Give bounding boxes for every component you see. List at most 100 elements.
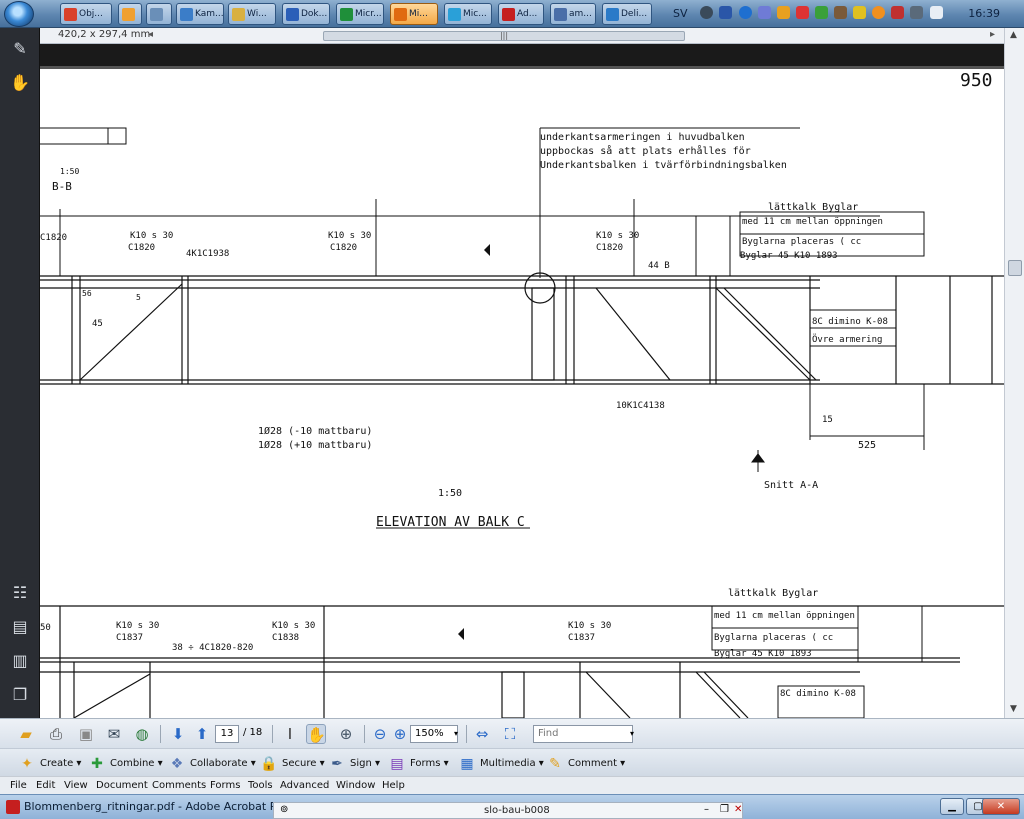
menu-tools[interactable]: Tools: [248, 780, 273, 791]
taskbar-button[interactable]: [118, 3, 142, 25]
marquee-zoom-icon[interactable]: ⊕: [336, 724, 356, 744]
forms-button[interactable]: ▤ Forms ▾: [388, 755, 448, 773]
taskbar-button[interactable]: Mi...: [390, 3, 438, 25]
menu-document[interactable]: Document: [96, 780, 148, 791]
tray-info-icon[interactable]: [739, 6, 752, 19]
scroll-down-arrow-icon[interactable]: ▼: [1010, 704, 1017, 714]
attachments-icon[interactable]: ✎: [10, 40, 30, 58]
create-label: Create: [40, 758, 74, 769]
menu-comments[interactable]: Comments: [152, 780, 206, 791]
taskbar-button[interactable]: Mic...: [444, 3, 492, 25]
sign-button[interactable]: ✒ Sign ▾: [328, 755, 380, 773]
multimedia-button[interactable]: ▦ Multimedia ▾: [458, 755, 543, 773]
model-tree-icon[interactable]: ▤: [10, 618, 30, 636]
fit-width-icon[interactable]: ⇔: [472, 724, 492, 744]
speaker-icon[interactable]: [930, 6, 943, 19]
tray-green-icon[interactable]: [815, 6, 828, 19]
combine-button[interactable]: ✚ Combine ▾: [88, 755, 163, 773]
forms-icon: ▤: [390, 756, 404, 772]
find-input[interactable]: Find: [533, 725, 633, 743]
k-mid-label: K10 s 30: [328, 231, 371, 241]
menu-forms[interactable]: Forms: [210, 780, 240, 791]
combine-label: Combine: [110, 758, 155, 769]
collaborate-label: Collaborate: [190, 758, 248, 769]
c-mid2-label: C1820: [596, 243, 623, 253]
menu-edit[interactable]: Edit: [36, 780, 55, 791]
bookmarks-icon[interactable]: ▥: [10, 652, 30, 670]
create-button[interactable]: ✦ Create ▾: [18, 755, 81, 773]
minimize-button[interactable]: ▁: [940, 798, 964, 815]
taskbar-button[interactable]: Deli...: [602, 3, 652, 25]
doc-minimize-button[interactable]: –: [704, 804, 709, 815]
open-folder-icon[interactable]: ▰: [16, 724, 36, 744]
bottom-bar-label: 10K1C4138: [616, 401, 665, 411]
zoom-in-icon[interactable]: ⊕: [390, 724, 410, 744]
vertical-scrollbar[interactable]: ▲ ▼: [1004, 28, 1024, 718]
select-text-icon[interactable]: I: [280, 724, 300, 744]
volume-icon[interactable]: [891, 6, 904, 19]
tray-network-icon[interactable]: [700, 6, 713, 19]
taskbar-button[interactable]: Ad...: [498, 3, 544, 25]
print-icon[interactable]: ⎙: [46, 724, 66, 744]
scroll-right-arrow-icon[interactable]: ▸: [990, 29, 995, 40]
tray-app-icon[interactable]: [719, 6, 732, 19]
pages-icon[interactable]: ❐: [10, 686, 30, 704]
tray-orange-icon[interactable]: [777, 6, 790, 19]
close-button[interactable]: ✕: [982, 798, 1020, 815]
hand-signature-icon[interactable]: ✋: [10, 74, 30, 92]
hand-tool-icon[interactable]: ✋: [306, 724, 326, 744]
taskbar-button-label: Wi...: [247, 9, 267, 19]
save-icon[interactable]: ▣: [76, 724, 96, 744]
tray-sun-icon[interactable]: [872, 6, 885, 19]
share-icon[interactable]: ◍: [132, 724, 152, 744]
vertical-scroll-thumb[interactable]: [1008, 260, 1022, 276]
menu-file[interactable]: File: [10, 780, 27, 791]
doc-close-button[interactable]: ✕: [734, 804, 742, 815]
dim-15-label: 15: [822, 415, 833, 425]
menu-help[interactable]: Help: [382, 780, 405, 791]
document-view[interactable]: 950 B-B 1:50 underkantsarmeringen i huvu…: [40, 44, 1004, 718]
multimedia-icon: ▦: [460, 756, 474, 772]
menu-window[interactable]: Window: [336, 780, 375, 791]
taskbar-button[interactable]: Wi...: [228, 3, 276, 25]
document-window-title-bar[interactable]: ⊚ slo-bau-b008 – ❐ ✕: [273, 802, 743, 819]
comment-button[interactable]: ✎ Comment ▾: [546, 755, 625, 773]
doc-restore-button[interactable]: ❐: [720, 804, 729, 815]
next-page-icon[interactable]: ⬇: [168, 724, 188, 744]
section-arrow-a: [751, 450, 765, 472]
zoom-dropdown-icon[interactable]: ▾: [446, 724, 466, 744]
start-button[interactable]: [4, 1, 34, 27]
previous-page-icon[interactable]: ⬆: [192, 724, 212, 744]
collaborate-button[interactable]: ❖ Collaborate ▾: [168, 755, 256, 773]
taskbar-button[interactable]: Micr...: [336, 3, 384, 25]
k-mid2-label: K10 s 30: [596, 231, 639, 241]
language-indicator[interactable]: SV: [673, 7, 688, 20]
clock[interactable]: 16:39: [968, 7, 1000, 20]
scroll-up-arrow-icon[interactable]: ▲: [1010, 30, 1017, 40]
horizontal-scroll-thumb[interactable]: |||: [323, 31, 685, 41]
scroll-left-arrow-icon[interactable]: ◂: [148, 29, 153, 40]
taskbar-button[interactable]: Kam...: [176, 3, 224, 25]
fit-page-icon[interactable]: ⛶: [500, 724, 520, 744]
taskbar-app-icon: [606, 8, 619, 21]
taskbar-button[interactable]: am...: [550, 3, 596, 25]
menu-view[interactable]: View: [64, 780, 88, 791]
taskbar-button[interactable]: [146, 3, 172, 25]
taskbar-button[interactable]: Obj...: [60, 3, 112, 25]
tray-grid-icon[interactable]: [758, 6, 771, 19]
menu-advanced[interactable]: Advanced: [280, 780, 329, 791]
find-dropdown-icon[interactable]: ▾: [622, 724, 642, 744]
secure-button[interactable]: 🔒 Secure ▾: [260, 755, 324, 773]
tray-pdf-icon[interactable]: [796, 6, 809, 19]
page-number-input[interactable]: 13: [215, 725, 239, 743]
email-icon[interactable]: ✉: [104, 724, 124, 744]
dim-small-1: 56: [82, 289, 92, 298]
layers-icon[interactable]: ☷: [10, 584, 30, 602]
display-icon[interactable]: [910, 6, 923, 19]
taskbar-button[interactable]: Dok...: [282, 3, 330, 25]
tray-yellow-icon[interactable]: [853, 6, 866, 19]
zoom-out-icon[interactable]: ⊖: [370, 724, 390, 744]
tray-tools-icon[interactable]: [834, 6, 847, 19]
scan-border-strip: [40, 44, 1004, 66]
taskbar-button-label: am...: [569, 9, 592, 19]
